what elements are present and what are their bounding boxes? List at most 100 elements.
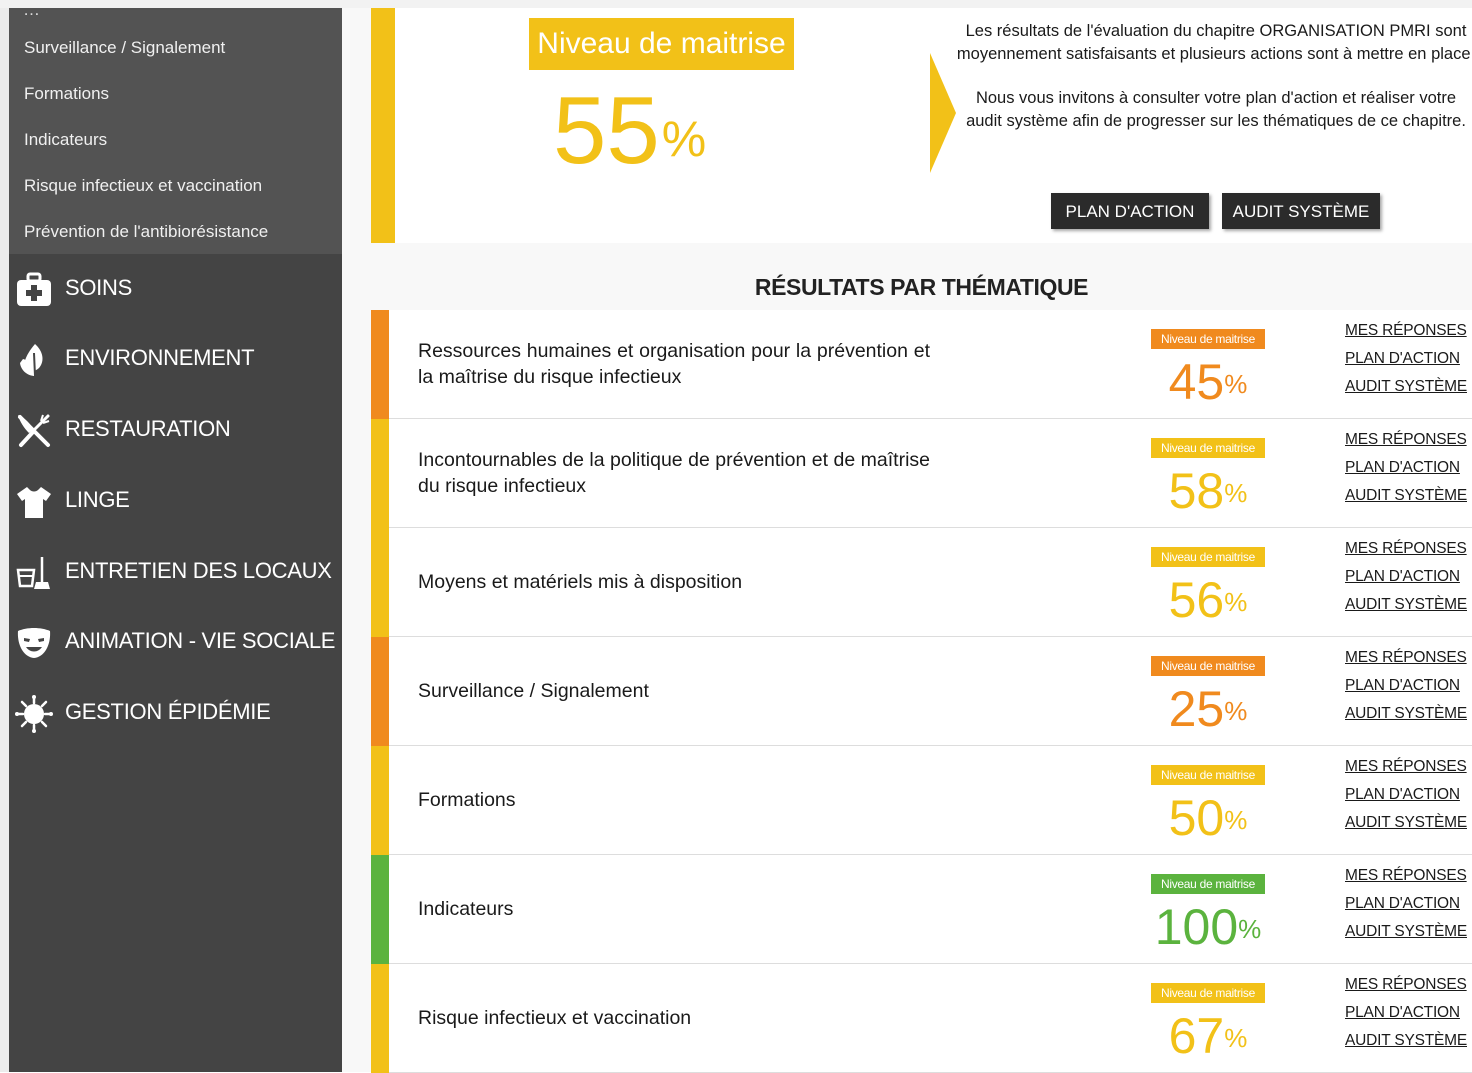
sidebar-item-soins[interactable]: SOINS (9, 261, 342, 321)
mastery-level-badge: Niveau de maitrise (1151, 656, 1265, 676)
sidebar-item-restauration[interactable]: RESTAURATION (9, 402, 342, 462)
plan-action-link[interactable]: PLAN D'ACTION (1345, 895, 1460, 913)
row-percentage: 58% (1151, 461, 1265, 521)
mes-reponses-link[interactable]: MES RÉPONSES (1345, 758, 1467, 776)
mes-reponses-link[interactable]: MES RÉPONSES (1345, 649, 1467, 667)
plan-action-link[interactable]: PLAN D'ACTION (1345, 786, 1460, 804)
row-percentage-value: 25 (1168, 681, 1225, 737)
audit-systeme-link[interactable]: AUDIT SYSTÈME (1345, 487, 1467, 505)
submenu-item-antibioresistance[interactable]: Prévention de l'antibiorésistance (24, 222, 268, 242)
plan-action-link[interactable]: PLAN D'ACTION (1345, 350, 1460, 368)
submenu-cut-item[interactable]: … (23, 0, 40, 20)
sidebar-submenu: … Surveillance / Signalement Formations … (9, 0, 342, 254)
summary-paragraph-1: Les résultats de l'évaluation du chapitr… (956, 22, 1472, 63)
row-percentage-value: 56 (1168, 572, 1225, 628)
mastery-level-badge: Niveau de maitrise (1151, 983, 1265, 1003)
bucket-broom-icon (16, 557, 50, 589)
row-title: Risque infectieux et vaccination (418, 1007, 692, 1029)
row-color-bar (371, 419, 389, 528)
row-title: Surveillance / Signalement (418, 680, 649, 702)
audit-systeme-link[interactable]: AUDIT SYSTÈME (1345, 814, 1467, 832)
result-row: Moyens et matériels mis à disposition Ni… (371, 528, 1472, 637)
mes-reponses-link[interactable]: MES RÉPONSES (1345, 867, 1467, 885)
row-percentage: 50% (1151, 788, 1265, 848)
mastery-level-badge: Niveau de maitrise (1151, 547, 1265, 567)
submenu-item-formations[interactable]: Formations (24, 84, 109, 104)
audit-systeme-link[interactable]: AUDIT SYSTÈME (1345, 596, 1467, 614)
mastery-percentage-value: 55 (553, 77, 660, 184)
audit-systeme-link[interactable]: AUDIT SYSTÈME (1345, 705, 1467, 723)
left-edge (0, 8, 9, 1072)
row-percentage: 100% (1151, 897, 1265, 957)
row-title: Formations (418, 789, 516, 811)
plan-action-link[interactable]: PLAN D'ACTION (1345, 677, 1460, 695)
plan-action-link[interactable]: PLAN D'ACTION (1345, 459, 1460, 477)
row-title: Incontournables de la politique de préve… (418, 449, 930, 497)
audit-systeme-link[interactable]: AUDIT SYSTÈME (1345, 378, 1467, 396)
row-color-bar (371, 964, 389, 1073)
sidebar-item-entretien-locaux[interactable]: ENTRETIEN DES LOCAUX (9, 544, 342, 604)
sidebar-item-label: ANIMATION - VIE SOCIALE (65, 628, 336, 653)
mask-icon (17, 628, 51, 658)
medical-kit-icon (17, 272, 51, 306)
row-percentage: 56% (1151, 570, 1265, 630)
sidebar-item-label: RESTAURATION (65, 416, 231, 441)
sidebar-item-animation[interactable]: ANIMATION - VIE SOCIALE (9, 614, 342, 674)
percent-sign: % (1224, 1023, 1248, 1053)
tshirt-icon (17, 487, 51, 518)
row-percentage: 67% (1151, 1006, 1265, 1066)
summary-card: Niveau de maitrise 55% Les résultats de … (371, 8, 1472, 243)
sidebar-item-label: SOINS (65, 275, 132, 300)
row-percentage: 45% (1151, 352, 1265, 412)
arrow-right-icon (930, 53, 956, 173)
sidebar-item-label: ENTRETIEN DES LOCAUX (65, 558, 332, 583)
sidebar-item-label: ENVIRONNEMENT (65, 345, 255, 370)
audit-systeme-button[interactable]: AUDIT SYSTÈME (1222, 193, 1380, 229)
result-row: Incontournables de la politique de préve… (371, 419, 1472, 528)
submenu-item-risque-infectieux[interactable]: Risque infectieux et vaccination (24, 176, 262, 196)
sidebar-item-label: GESTION ÉPIDÉMIE (65, 699, 271, 724)
mastery-level-badge: Niveau de maitrise (529, 18, 794, 70)
result-row: Indicateurs Niveau de maitrise 100% MES … (371, 855, 1472, 964)
percent-sign: % (1224, 587, 1248, 617)
plan-action-link[interactable]: PLAN D'ACTION (1345, 1004, 1460, 1022)
sidebar: … Surveillance / Signalement Formations … (9, 0, 342, 1072)
percent-sign: % (661, 111, 707, 167)
result-row: Ressources humaines et organisation pour… (371, 310, 1472, 419)
sidebar-item-gestion-epidemie[interactable]: GESTION ÉPIDÉMIE (9, 685, 342, 745)
plan-action-link[interactable]: PLAN D'ACTION (1345, 568, 1460, 586)
leaf-icon (20, 344, 43, 377)
row-percentage-value: 67 (1168, 1008, 1225, 1064)
main-content: Niveau de maitrise 55% Les résultats de … (342, 8, 1472, 1073)
sidebar-item-linge[interactable]: LINGE (9, 473, 342, 533)
row-percentage: 25% (1151, 679, 1265, 739)
percent-sign: % (1224, 805, 1248, 835)
result-row: Formations Niveau de maitrise 50% MES RÉ… (371, 746, 1472, 855)
row-title: Ressources humaines et organisation pour… (418, 340, 930, 388)
plan-action-button[interactable]: PLAN D'ACTION (1051, 193, 1209, 229)
result-row: Risque infectieux et vaccination Niveau … (371, 964, 1472, 1073)
mes-reponses-link[interactable]: MES RÉPONSES (1345, 431, 1467, 449)
row-color-bar (371, 310, 389, 419)
row-color-bar (371, 746, 389, 855)
row-title: Indicateurs (418, 898, 514, 920)
percent-sign: % (1224, 696, 1248, 726)
mastery-level-badge: Niveau de maitrise (1151, 329, 1265, 349)
row-color-bar (371, 855, 389, 964)
audit-systeme-link[interactable]: AUDIT SYSTÈME (1345, 1032, 1467, 1050)
mes-reponses-link[interactable]: MES RÉPONSES (1345, 322, 1467, 340)
mastery-level-badge: Niveau de maitrise (1151, 765, 1265, 785)
summary-paragraph-2: Nous vous invitons à consulter votre pla… (966, 89, 1466, 130)
results-section-title: RÉSULTATS PAR THÉMATIQUE (754, 274, 1089, 300)
mes-reponses-link[interactable]: MES RÉPONSES (1345, 976, 1467, 994)
summary-text: Les résultats de l'évaluation du chapitr… (956, 20, 1472, 132)
mes-reponses-link[interactable]: MES RÉPONSES (1345, 540, 1467, 558)
audit-systeme-link[interactable]: AUDIT SYSTÈME (1345, 923, 1467, 941)
mastery-level-badge: Niveau de maitrise (1151, 438, 1265, 458)
submenu-item-indicateurs[interactable]: Indicateurs (24, 130, 107, 150)
submenu-item-surveillance[interactable]: Surveillance / Signalement (24, 38, 225, 58)
sidebar-item-environnement[interactable]: ENVIRONNEMENT (9, 331, 342, 391)
virus-icon (15, 695, 53, 733)
percent-sign: % (1238, 914, 1262, 944)
result-row: Surveillance / Signalement Niveau de mai… (371, 637, 1472, 746)
